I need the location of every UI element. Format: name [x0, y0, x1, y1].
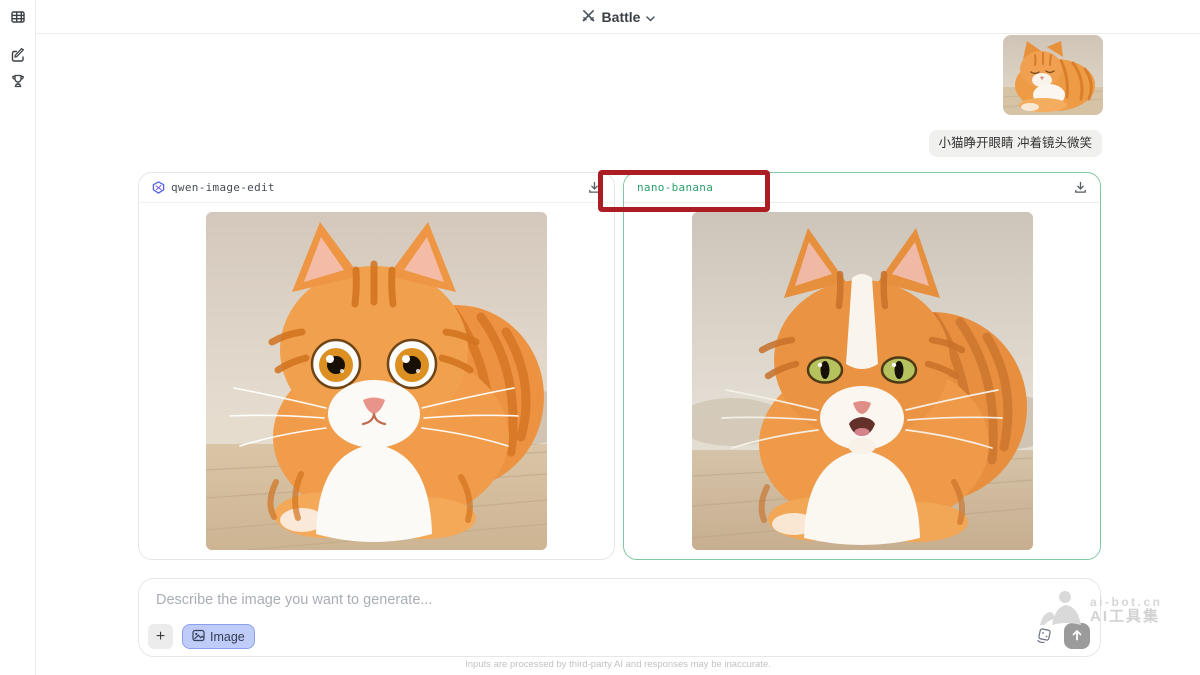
arrow-up-icon: [1071, 629, 1083, 644]
composer-actions: + Image: [148, 624, 255, 649]
random-prompt-dice-icon[interactable]: [1035, 627, 1053, 645]
panel-body: [139, 203, 614, 550]
chevron-down-icon: [646, 9, 656, 25]
model-name: nano-banana: [637, 181, 714, 194]
image-button-label: Image: [210, 629, 245, 644]
battle-panel-qwen: qwen-image-edit: [138, 172, 615, 560]
sidebar-item-leaderboard[interactable]: [9, 74, 27, 92]
composer-placeholder: Describe the image you want to generate.…: [156, 592, 433, 608]
trophy-icon: [10, 73, 26, 94]
uploaded-cat-photo: [1003, 35, 1103, 115]
qwen-logo-icon: [152, 181, 165, 194]
generated-image-qwen[interactable]: [206, 212, 547, 550]
panel-body: [624, 203, 1100, 550]
grid-icon: [10, 9, 26, 30]
prompt-composer[interactable]: Describe the image you want to generate.…: [138, 578, 1101, 657]
image-icon: [192, 629, 205, 645]
mode-selector[interactable]: Battle: [581, 8, 656, 26]
download-button[interactable]: [1074, 181, 1087, 194]
sidebar-item-models-grid[interactable]: [9, 10, 27, 28]
panel-header: qwen-image-edit: [139, 173, 614, 203]
composer-right-actions: [1035, 623, 1090, 649]
sidebar: [0, 0, 36, 675]
download-button[interactable]: [588, 181, 601, 194]
user-uploaded-image[interactable]: [1003, 35, 1103, 115]
compose-icon: [10, 47, 26, 68]
page-title: Battle: [601, 8, 641, 25]
plus-icon: +: [155, 627, 166, 645]
send-button[interactable]: [1064, 623, 1090, 649]
image-mode-button[interactable]: Image: [182, 624, 255, 649]
model-name: qwen-image-edit: [171, 181, 275, 194]
top-bar: Battle: [36, 0, 1200, 34]
crossed-swords-icon: [581, 8, 596, 26]
disclaimer-text: Inputs are processed by third-party AI a…: [465, 659, 771, 670]
battle-panel-nano-banana: nano-banana: [623, 172, 1101, 560]
sidebar-item-new-chat[interactable]: [9, 47, 27, 68]
add-attachment-button[interactable]: +: [148, 624, 173, 649]
user-prompt-bubble: 小猫睁开眼睛 冲着镜头微笑: [928, 130, 1102, 157]
panel-header: nano-banana: [624, 173, 1100, 203]
generated-image-nano-banana[interactable]: [691, 212, 1033, 550]
